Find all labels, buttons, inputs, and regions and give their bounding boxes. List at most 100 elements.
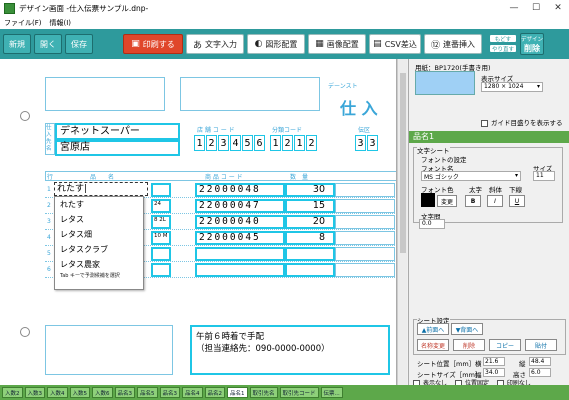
code-digit-cell[interactable]: 2 bbox=[206, 135, 217, 151]
amount-field[interactable] bbox=[335, 247, 395, 261]
unit-field[interactable] bbox=[151, 247, 171, 261]
delete-button[interactable]: 削除 bbox=[453, 339, 485, 351]
code-digit-cell[interactable]: 5 bbox=[242, 135, 253, 151]
undo-button[interactable]: もどす bbox=[489, 34, 517, 43]
code-digit-cell[interactable]: 2 bbox=[282, 135, 293, 151]
code-digit-cell[interactable]: 4 bbox=[230, 135, 241, 151]
qty-field[interactable]: 30 bbox=[285, 183, 335, 197]
qty-field[interactable]: 15 bbox=[285, 199, 335, 213]
qty-field[interactable]: 8 bbox=[285, 231, 335, 245]
product-code-field[interactable]: 22000040 bbox=[195, 215, 285, 229]
code-digit-cell[interactable]: 3 bbox=[218, 135, 229, 151]
autocomplete-item[interactable]: れたす bbox=[55, 197, 143, 212]
menu-file[interactable]: ファイル(F) bbox=[4, 18, 42, 28]
guide-option[interactable]: ガイド目盛りを表示する bbox=[481, 117, 563, 127]
serial-button[interactable]: ⑫ 連番挿入 bbox=[424, 34, 482, 54]
text-input-button[interactable]: あ文字入力 bbox=[186, 34, 244, 54]
unit-field[interactable]: 24 bbox=[151, 199, 171, 213]
code-digit-cell[interactable]: 1 bbox=[294, 135, 305, 151]
rename-button[interactable]: 名称変更 bbox=[417, 339, 449, 351]
copy-button[interactable]: コピー bbox=[489, 339, 521, 351]
product-code-field[interactable] bbox=[195, 247, 285, 261]
sheet-tab[interactable]: 入数6 bbox=[92, 387, 113, 398]
unit-field[interactable] bbox=[151, 263, 171, 277]
new-button[interactable]: 新規 bbox=[3, 34, 31, 54]
spacing-input[interactable]: 0.0 bbox=[419, 219, 445, 229]
print-button[interactable]: ▣ 印刷する bbox=[123, 34, 183, 54]
amount-field[interactable] bbox=[335, 199, 395, 213]
active-name-input[interactable]: れたす| bbox=[54, 182, 148, 196]
menu-info[interactable]: 情報(I) bbox=[50, 18, 72, 28]
x-input[interactable]: 21.6 bbox=[483, 357, 505, 366]
product-code-field[interactable] bbox=[195, 263, 285, 277]
shape-button[interactable]: ◐ 図形配置 bbox=[247, 34, 305, 54]
font-name-select[interactable]: MS ゴシック ▾ bbox=[421, 171, 521, 181]
close-button[interactable]: ✕ bbox=[547, 0, 569, 16]
send-back-button[interactable]: ▼背面へ bbox=[451, 323, 483, 335]
canvas-scrollbar[interactable] bbox=[397, 59, 407, 385]
maximize-button[interactable]: ☐ bbox=[525, 0, 547, 16]
sheet-tab[interactable]: 品名1 bbox=[227, 387, 248, 398]
product-code-field[interactable]: 22000047 bbox=[195, 199, 285, 213]
code-digit-cell[interactable]: 1 bbox=[270, 135, 281, 151]
unit-field[interactable]: 8 2L bbox=[151, 215, 171, 229]
sheet-tab[interactable]: 伝票... bbox=[320, 387, 343, 398]
redo-button[interactable]: やり直す bbox=[489, 44, 517, 53]
memo-field[interactable]: 午前６時着で手配 （担当連絡先：090-0000-0000） bbox=[190, 325, 390, 375]
sheet-tab[interactable]: 入数5 bbox=[69, 387, 90, 398]
unit-field[interactable] bbox=[151, 183, 171, 197]
sheet-tab[interactable]: 入数4 bbox=[47, 387, 68, 398]
amount-field[interactable] bbox=[335, 263, 395, 277]
sheet-tab[interactable]: 品名2 bbox=[204, 387, 225, 398]
bold-button[interactable]: B bbox=[465, 195, 481, 207]
paste-button[interactable]: 貼付 bbox=[525, 339, 557, 351]
autocomplete-item[interactable]: レタスクラブ bbox=[55, 242, 143, 257]
branch-field[interactable]: 宮原店 bbox=[55, 140, 180, 156]
sheet-tab[interactable]: 入数3 bbox=[24, 387, 45, 398]
autocomplete-item[interactable]: レタス農家 bbox=[55, 257, 143, 272]
underline-button[interactable]: U bbox=[509, 195, 525, 207]
sheet-tab[interactable]: 品名3 bbox=[114, 387, 135, 398]
minimize-button[interactable]: — bbox=[503, 0, 525, 16]
qty-field[interactable] bbox=[285, 263, 335, 277]
amount-field[interactable] bbox=[335, 231, 395, 245]
sheet-tab[interactable]: 品名3 bbox=[159, 387, 180, 398]
company-field[interactable]: デネットスーパー bbox=[55, 123, 180, 140]
scroll-thumb[interactable] bbox=[400, 73, 406, 253]
product-code-field[interactable]: 22000048 bbox=[195, 183, 285, 197]
amount-field[interactable] bbox=[335, 215, 395, 229]
y-input[interactable]: 48.4 bbox=[529, 357, 551, 366]
change-color-button[interactable]: 変更 bbox=[437, 195, 457, 207]
sheet-tab[interactable]: 品名4 bbox=[182, 387, 203, 398]
amount-field[interactable] bbox=[335, 183, 395, 197]
w-input[interactable]: 34.0 bbox=[483, 368, 505, 377]
guide-checkbox[interactable] bbox=[481, 119, 488, 127]
code-digit-cell[interactable]: 1 bbox=[194, 135, 205, 151]
font-color-swatch[interactable] bbox=[421, 193, 435, 207]
display-size-select[interactable]: 1280 × 1024 ▾ bbox=[481, 82, 543, 92]
autocomplete-item[interactable]: レタス bbox=[55, 212, 143, 227]
sheet-tab[interactable]: 取引先コード bbox=[279, 387, 319, 398]
design-canvas[interactable]: デーンスト 仕 入 仕入先名 デネットスーパー 宮原店 店 舗 コ ー ド 12… bbox=[0, 59, 397, 385]
unit-field[interactable]: 10 M bbox=[151, 231, 171, 245]
sheet-tab[interactable]: 品名5 bbox=[137, 387, 158, 398]
italic-button[interactable]: I bbox=[487, 195, 503, 207]
sheet-tab[interactable]: 入数2 bbox=[2, 387, 23, 398]
delete-design-button[interactable]: デザイン 削除 bbox=[520, 33, 544, 55]
code-digit-cell[interactable]: 3 bbox=[367, 135, 378, 151]
product-code-field[interactable]: 22000045 bbox=[195, 231, 285, 245]
save-button[interactable]: 保存 bbox=[65, 34, 93, 54]
qty-field[interactable] bbox=[285, 247, 335, 261]
sheet-tab[interactable]: 取引先名 bbox=[249, 387, 278, 398]
size-select[interactable]: 11 bbox=[533, 171, 555, 181]
h-input[interactable]: 6.0 bbox=[529, 368, 551, 377]
csv-button[interactable]: ▤ CSV差込 bbox=[369, 34, 421, 54]
code-digit-cell[interactable]: 2 bbox=[306, 135, 317, 151]
autocomplete-item[interactable]: レタス畑 bbox=[55, 227, 143, 242]
bring-front-button[interactable]: ▲前面へ bbox=[417, 323, 449, 335]
code-digit-cell[interactable]: 3 bbox=[355, 135, 366, 151]
open-button[interactable]: 開く bbox=[34, 34, 62, 54]
image-button[interactable]: ▦ 画像配置 bbox=[308, 34, 366, 54]
code-digit-cell[interactable]: 6 bbox=[254, 135, 265, 151]
qty-field[interactable]: 20 bbox=[285, 215, 335, 229]
